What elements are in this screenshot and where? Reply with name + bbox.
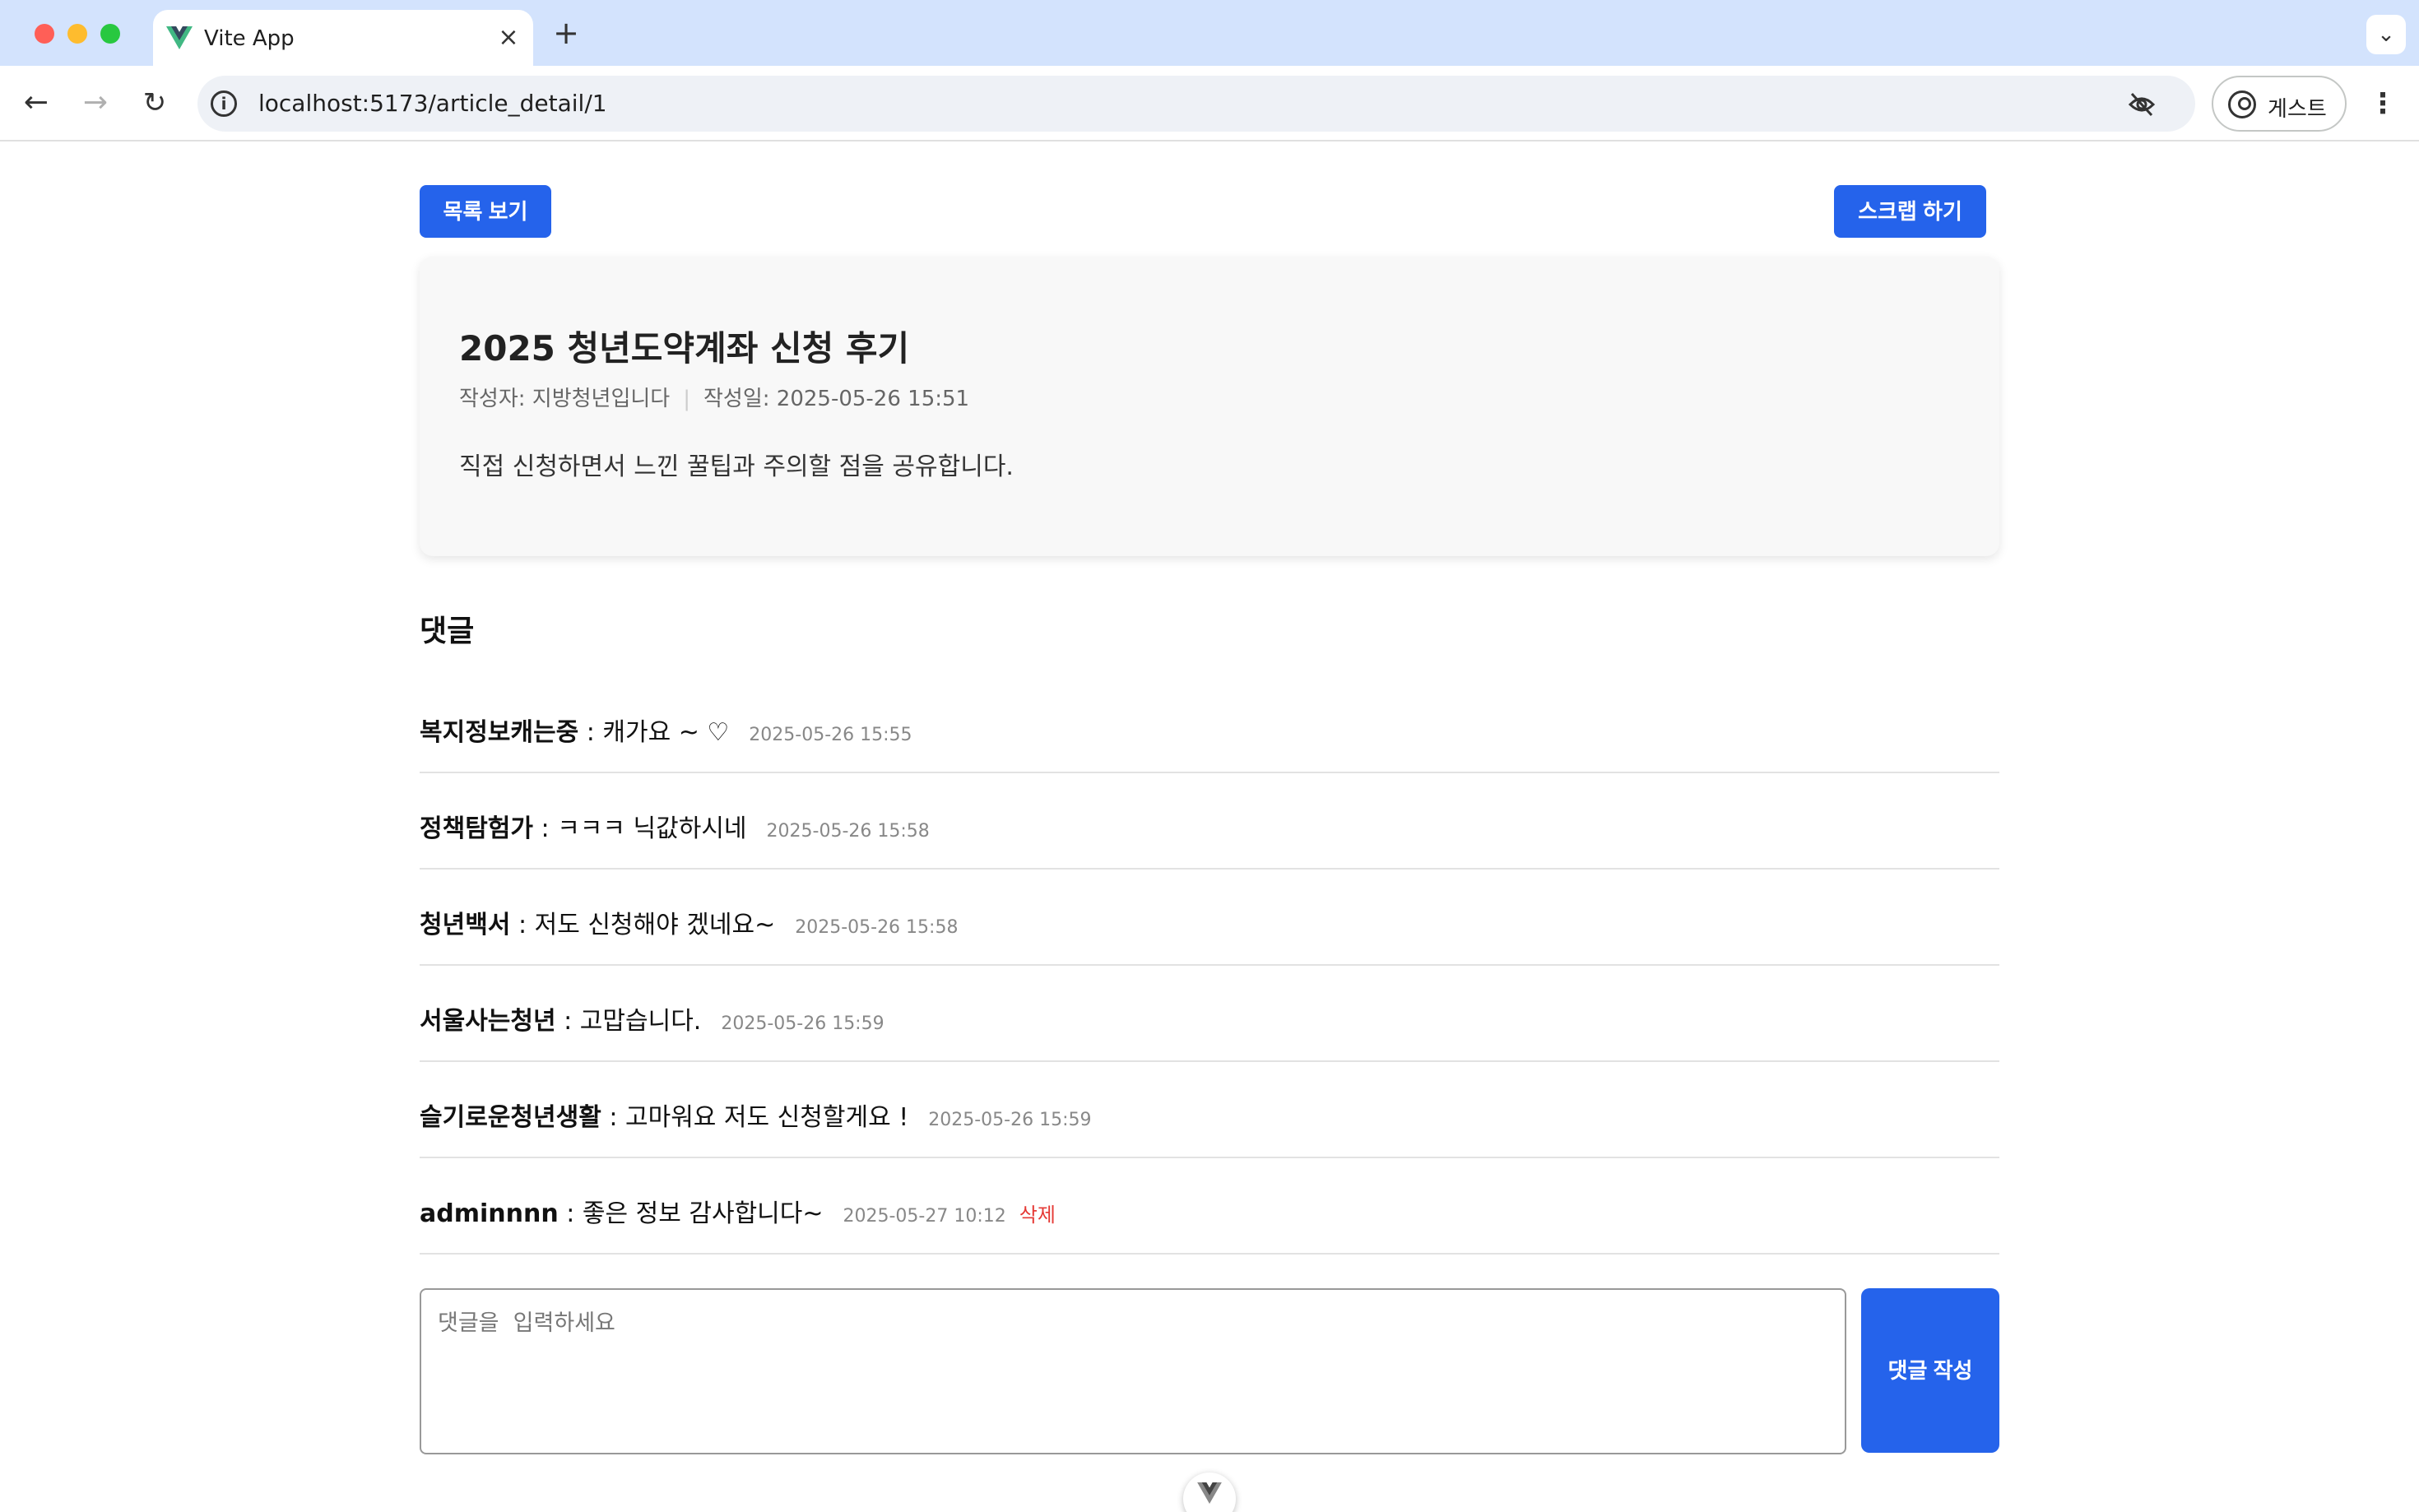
reload-button[interactable]: ↻ <box>135 84 174 123</box>
maximize-window-button[interactable] <box>100 24 120 44</box>
comment-text: ㅋㅋㅋ 닉값하시네 <box>557 814 747 843</box>
comment-item: adminnnn : 좋은 정보 감사합니다~ 2025-05-27 10:12 삭… <box>420 1158 1999 1255</box>
browser-tab[interactable]: Vite App × <box>153 10 533 66</box>
article-title: 2025 청년도약계좌 신청 후기 <box>459 328 910 369</box>
article-author: 작성자: 지방청년입니다 <box>459 387 671 411</box>
eye-off-icon[interactable] <box>2128 90 2156 118</box>
comment-separator: : <box>510 911 535 939</box>
tab-title: Vite App <box>204 26 295 51</box>
article-card: 2025 청년도약계좌 신청 후기 작성자: 지방청년입니다 | 작성일: 2025… <box>420 257 1999 556</box>
tab-search-button[interactable]: ⌄ <box>2366 15 2406 54</box>
comment-text: 저도 신청해야 겠네요~ <box>534 911 776 939</box>
comment-separator: : <box>555 1007 580 1036</box>
meta-separator: | <box>683 387 690 411</box>
comment-date: 2025-05-26 15:59 <box>721 1013 884 1034</box>
profile-label: 게스트 <box>2268 97 2327 122</box>
comment-item: 복지정보캐는중 : 캐가요 ~ ♡ 2025-05-26 15:55 <box>420 677 1999 773</box>
comment-text: 캐가요 ~ ♡ <box>602 718 730 747</box>
close-window-button[interactable] <box>35 24 54 44</box>
comment-text: 좋은 정보 감사합니다~ <box>582 1199 824 1228</box>
comment-date: 2025-05-27 10:12 <box>843 1206 1006 1227</box>
comment-separator: : <box>578 718 603 747</box>
comment-author: 청년백서 <box>420 911 511 939</box>
vue-devtools-button[interactable] <box>1183 1473 1236 1512</box>
comment-author: 복지정보캐는중 <box>420 718 579 747</box>
comment-item: 슬기로운청년생활 : 고마워요 저도 신청할게요 ! 2025-05-26 15:… <box>420 1062 1999 1158</box>
comment-separator: : <box>601 1103 625 1132</box>
list-button[interactable]: 목록 보기 <box>420 185 551 238</box>
vue-devtools-icon <box>1197 1482 1222 1504</box>
profile-button[interactable]: 게스트 <box>2212 76 2347 132</box>
comment-separator: : <box>533 814 558 843</box>
article-meta: 작성자: 지방청년입니다 | 작성일: 2025-05-26 15:51 <box>459 382 969 412</box>
comment-date: 2025-05-26 15:58 <box>766 821 930 842</box>
minimize-window-button[interactable] <box>67 24 87 44</box>
address-bar[interactable]: i localhost:5173/article_detail/1 <box>197 76 2195 132</box>
tab-close-icon[interactable]: × <box>492 21 525 54</box>
vue-logo-icon <box>166 26 193 49</box>
comment-date: 2025-05-26 15:58 <box>795 917 959 938</box>
comment-date: 2025-05-26 15:55 <box>749 725 912 745</box>
back-button[interactable]: ← <box>16 84 56 123</box>
comment-input[interactable] <box>420 1288 1846 1454</box>
comments-heading: 댓글 <box>420 615 475 648</box>
browser-toolbar: ← → ↻ i localhost:5173/article_detail/1 … <box>0 66 2419 141</box>
browser-tab-bar: Vite App × + ⌄ <box>0 0 2419 66</box>
comment-separator: : <box>558 1199 583 1228</box>
url-text[interactable]: localhost:5173/article_detail/1 <box>258 90 607 117</box>
comment-item: 정책탐험가 : ㅋㅋㅋ 닉값하시네 2025-05-26 15:58 <box>420 773 1999 870</box>
comment-author: 정책탐험가 <box>420 814 533 843</box>
comment-date: 2025-05-26 15:59 <box>928 1110 1092 1130</box>
submit-comment-button[interactable]: 댓글 작성 <box>1861 1288 1999 1453</box>
comment-item: 청년백서 : 저도 신청해야 겠네요~ 2025-05-26 15:58 <box>420 870 1999 966</box>
article-date: 작성일: 2025-05-26 15:51 <box>703 387 970 411</box>
new-tab-button[interactable]: + <box>548 15 584 51</box>
forward-button[interactable]: → <box>76 84 115 123</box>
comment-author: 슬기로운청년생활 <box>420 1103 601 1132</box>
comment-author: adminnnn <box>420 1199 559 1228</box>
comment-author: 서울사는청년 <box>420 1007 556 1036</box>
browser-menu-icon[interactable]: ⋮ <box>2366 84 2399 123</box>
scrap-button[interactable]: 스크랩 하기 <box>1834 185 1986 238</box>
info-icon[interactable]: i <box>211 90 237 117</box>
comment-text: 고맙습니다. <box>579 1007 702 1036</box>
profile-icon <box>2228 90 2256 118</box>
comment-item: 서울사는청년 : 고맙습니다. 2025-05-26 15:59 <box>420 966 1999 1062</box>
article-body: 직접 신청하면서 느낀 꿀팁과 주의할 점을 공유합니다. <box>459 452 1014 481</box>
comment-text: 고마워요 저도 신청할게요 ! <box>625 1103 909 1132</box>
delete-comment-link[interactable]: 삭제 <box>1019 1204 1056 1227</box>
